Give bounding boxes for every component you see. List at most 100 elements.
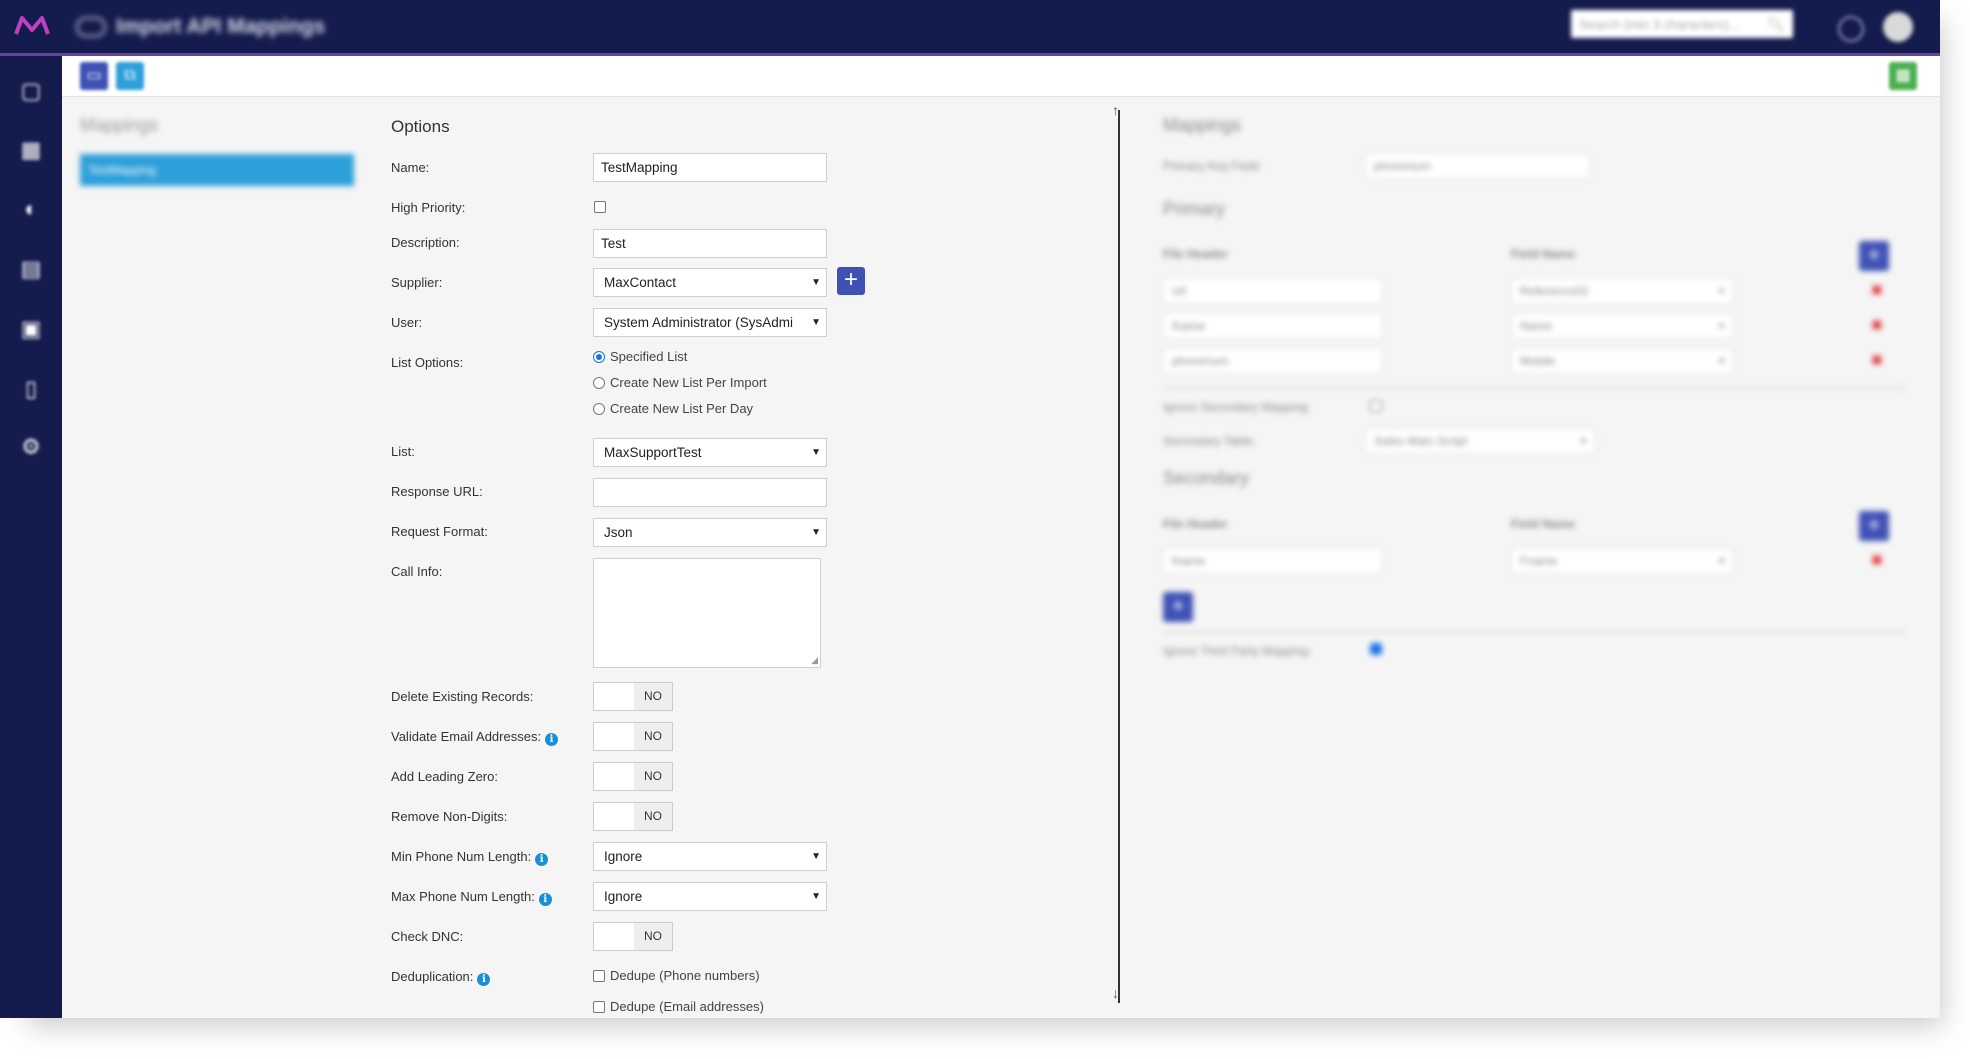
primary-field-name-select[interactable]: Mobile ▼	[1511, 348, 1733, 374]
help-icon[interactable]	[1838, 16, 1864, 42]
supplier-value: MaxContact	[604, 275, 677, 290]
home-icon[interactable]: ▢	[18, 80, 44, 102]
description-label: Description:	[391, 235, 460, 250]
response-url-input[interactable]	[593, 478, 827, 507]
info-icon[interactable]: i	[545, 733, 559, 746]
radio-label: Specified List	[610, 349, 688, 364]
checkbox[interactable]	[593, 969, 605, 982]
delete-existing-toggle[interactable]: NO	[593, 682, 673, 711]
dashboard-icon[interactable]: ◐	[18, 198, 44, 220]
panel-splitter[interactable]	[1118, 110, 1120, 1003]
info-icon[interactable]: i	[538, 893, 552, 906]
remove-non-digits-toggle[interactable]: NO	[593, 802, 673, 831]
database-icon[interactable]: ▤	[18, 258, 44, 280]
min-phone-select[interactable]: Ignore ▼	[593, 842, 827, 871]
copy-icon[interactable]: ⧉	[116, 62, 144, 90]
add-supplier-button[interactable]: +	[837, 267, 865, 295]
primary-field-name-select[interactable]: Reference02 ▼	[1511, 278, 1733, 304]
request-format-select[interactable]: Json ▼	[593, 518, 827, 547]
delete-existing-label: Delete Existing Records:	[391, 689, 534, 704]
document-icon[interactable]: ▯	[18, 378, 44, 400]
primary-field-name-select[interactable]: Name ▼	[1511, 313, 1733, 339]
ignore-third-party-label: Ignore Third Party Mapping:	[1163, 644, 1312, 658]
max-phone-label: Max Phone Num Length: i	[391, 889, 552, 906]
supplier-select[interactable]: MaxContact ▼	[593, 268, 827, 297]
mapping-list-item[interactable]: TestMapping	[80, 154, 354, 186]
secondary-table-select[interactable]: Sales Main Script ▼	[1365, 428, 1595, 454]
info-icon[interactable]: i	[535, 853, 549, 866]
ignore-secondary-checkbox[interactable]	[1370, 400, 1382, 412]
search-icon[interactable]: 🔍︎	[1767, 16, 1785, 33]
checkbox-label: Dedupe (Email addresses)	[610, 999, 764, 1014]
search-input[interactable]: Search (min 3 characters)... 🔍︎	[1571, 10, 1793, 38]
add-leading-zero-toggle[interactable]: NO	[593, 762, 673, 791]
list-select[interactable]: MaxSupportTest ▼	[593, 438, 827, 467]
primary-file-header-input[interactable]: fname	[1163, 313, 1383, 339]
delete-row-icon[interactable]: ✖	[1871, 318, 1883, 332]
resize-handle-icon[interactable]: ◢	[811, 655, 818, 666]
ignore-secondary-label: Ignore Secondary Mapping:	[1163, 400, 1311, 414]
description-input[interactable]: Test	[593, 229, 827, 258]
arrow-down-icon[interactable]: ↓	[1112, 985, 1119, 1001]
max-phone-label-text: Max Phone Num Length:	[391, 889, 535, 904]
primary-file-header-input[interactable]: ref	[1163, 278, 1383, 304]
primary-key-input[interactable]: phonenum	[1365, 153, 1590, 179]
secondary-field-name-select[interactable]: Fname ▼	[1511, 548, 1733, 574]
settings-icon[interactable]: ⚙	[18, 436, 44, 458]
avatar[interactable]	[1883, 12, 1913, 42]
high-priority-checkbox[interactable]	[594, 201, 606, 213]
request-format-label: Request Format:	[391, 524, 488, 539]
secondary-file-header-input[interactable]: fname	[1163, 548, 1383, 574]
radio-specified-list[interactable]: Specified List	[593, 349, 687, 364]
max-phone-select[interactable]: Ignore ▼	[593, 882, 827, 911]
field-name-value: Fname	[1520, 554, 1558, 568]
user-label: User:	[391, 315, 423, 330]
toggle-state: NO	[634, 683, 672, 710]
add-secondary-row-button[interactable]: +	[1859, 511, 1889, 541]
deduplication-label-text: Deduplication:	[391, 969, 474, 984]
mappings-list-panel: Mappings TestMapping	[62, 96, 362, 1018]
check-dnc-toggle[interactable]: NO	[593, 922, 673, 951]
maxcontact-logo-icon[interactable]	[12, 12, 52, 40]
min-phone-value: Ignore	[604, 849, 643, 864]
primary-file-header-input[interactable]: phonenum	[1163, 348, 1383, 374]
deduplication-label: Deduplication: i	[391, 969, 491, 986]
chevron-down-icon: ▼	[1717, 356, 1726, 366]
delete-row-icon[interactable]: ✖	[1871, 553, 1883, 567]
user-select[interactable]: System Administrator (SysAdmi ▼	[593, 308, 827, 337]
delete-row-icon[interactable]: ✖	[1871, 353, 1883, 367]
supplier-label: Supplier:	[391, 275, 443, 290]
radio-button[interactable]	[593, 376, 605, 389]
info-icon[interactable]: i	[477, 973, 491, 986]
min-phone-label-text: Min Phone Num Length:	[391, 849, 532, 864]
delete-row-icon[interactable]: ✖	[1871, 283, 1883, 297]
grid-icon[interactable]: ▦	[18, 139, 44, 161]
radio-new-list-per-import[interactable]: Create New List Per Import	[593, 375, 767, 390]
dedupe-phone-option[interactable]: Dedupe (Phone numbers)	[593, 968, 760, 983]
radio-button[interactable]	[593, 402, 605, 415]
add-secondary-mapping-button[interactable]: +	[1163, 592, 1193, 622]
new-document-icon[interactable]: ▭	[80, 62, 108, 90]
validate-email-toggle[interactable]: NO	[593, 722, 673, 751]
call-info-textarea[interactable]: ◢	[593, 558, 821, 668]
contacts-icon[interactable]: ▣	[18, 318, 44, 340]
dedupe-email-option[interactable]: Dedupe (Email addresses)	[593, 999, 764, 1014]
high-priority-label: High Priority:	[391, 200, 466, 215]
toggle-state: NO	[634, 723, 672, 750]
secondary-field-name-col: Field Name	[1511, 517, 1576, 531]
secondary-table-value: Sales Main Script	[1374, 434, 1468, 448]
validate-email-label-text: Validate Email Addresses:	[391, 729, 542, 744]
right-mappings-title: Mappings	[1163, 115, 1242, 135]
radio-new-list-per-day[interactable]: Create New List Per Day	[593, 401, 753, 416]
name-input[interactable]: TestMapping	[593, 153, 827, 182]
max-phone-value: Ignore	[604, 889, 643, 904]
checkbox[interactable]	[593, 1000, 605, 1013]
add-primary-row-button[interactable]: +	[1859, 241, 1889, 271]
toggle-knob	[594, 803, 635, 830]
radio-button[interactable]	[593, 350, 605, 363]
chevron-down-icon: ▼	[1579, 436, 1588, 446]
save-icon[interactable]: ▩	[1889, 62, 1917, 90]
top-bar: Import API Mappings Search (min 3 charac…	[0, 0, 1940, 56]
ignore-third-party-checkbox[interactable]	[1370, 643, 1382, 655]
chevron-down-icon: ▼	[811, 277, 821, 288]
